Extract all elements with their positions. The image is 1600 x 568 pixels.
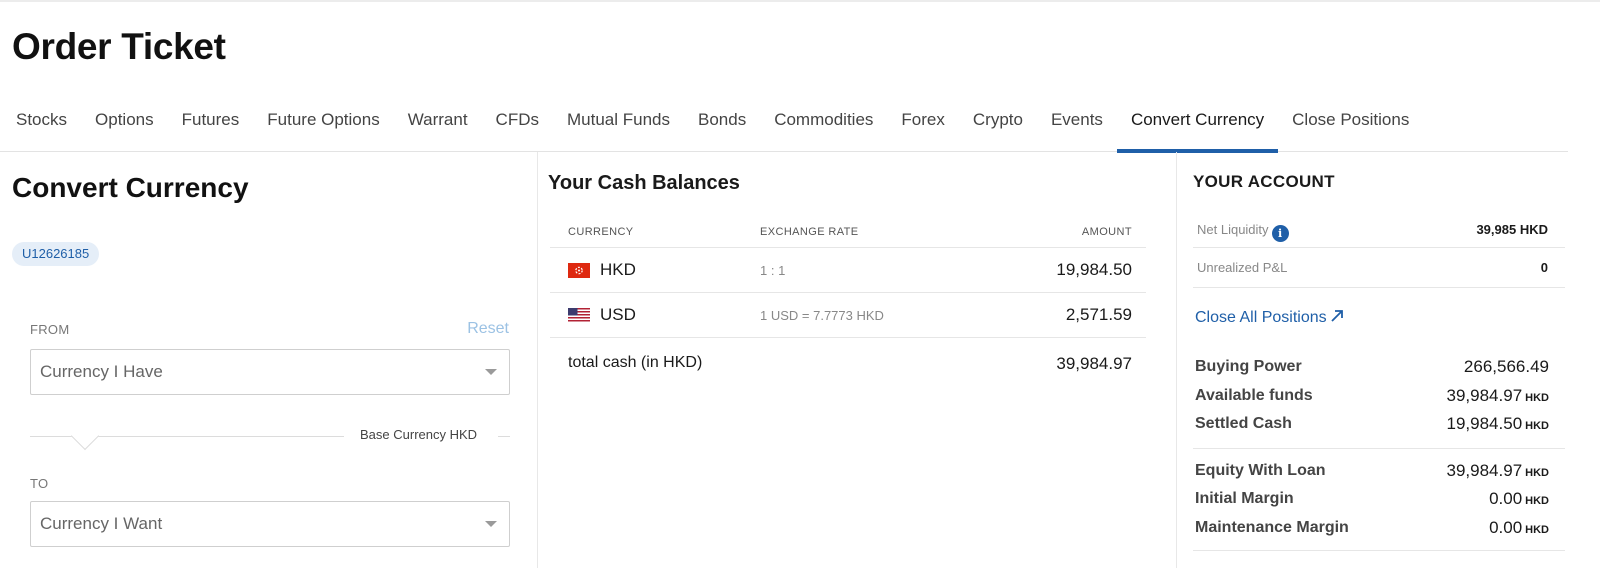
to-currency-placeholder: Currency I Want	[40, 514, 163, 533]
metric-unit: HKD	[1525, 420, 1549, 432]
metric-value: 39,984.97	[1446, 386, 1523, 405]
chevron-down-icon	[485, 521, 497, 527]
metric-unit: HKD	[1525, 467, 1549, 479]
tab-future-options[interactable]: Future Options	[253, 104, 393, 152]
convert-currency-title: Convert Currency	[12, 172, 249, 203]
tab-crypto[interactable]: Crypto	[959, 104, 1037, 152]
tab-warrant[interactable]: Warrant	[394, 104, 482, 152]
close-all-positions-link[interactable]: Close All Positions	[1195, 308, 1345, 327]
header-currency: CURRENCY	[568, 226, 634, 238]
header-amount: AMOUNT	[1081, 226, 1132, 238]
divider	[1193, 448, 1565, 449]
tab-bonds[interactable]: Bonds	[684, 104, 760, 152]
base-currency-divider: Base Currency HKD	[30, 421, 510, 458]
tab-stocks[interactable]: Stocks	[2, 104, 81, 152]
metric-unit: HKD	[1525, 392, 1549, 404]
divider	[1193, 247, 1565, 248]
metric-value: 266,566.49	[1463, 357, 1549, 376]
metric-label: Buying Power	[1195, 358, 1302, 375]
divider-line	[498, 436, 510, 437]
available-funds-row: Available funds 39,984.97 HKD	[1195, 385, 1549, 409]
metric-label: Initial Margin	[1195, 490, 1294, 507]
unrealized-pnl-row: Unrealized P&L 0	[1193, 260, 1548, 280]
tab-options[interactable]: Options	[81, 104, 168, 152]
unrealized-pnl-value: 0	[1540, 260, 1548, 275]
initial-margin-row: Initial Margin 0.00 HKD	[1195, 488, 1549, 512]
metric-label: Equity With Loan	[1195, 462, 1326, 479]
hk-flag-icon	[568, 263, 590, 278]
divider-notch	[70, 421, 100, 451]
currency-amount: 2,571.59	[1065, 305, 1132, 324]
net-liquidity-value: 39,985 HKD	[1476, 222, 1548, 237]
to-currency-select[interactable]: Currency I Want	[30, 501, 510, 547]
base-currency-text: Base Currency HKD	[360, 427, 478, 442]
total-cash-amount: 39,984.97	[1056, 354, 1132, 373]
metric-value: 19,984.50	[1446, 414, 1523, 433]
tab-close-positions[interactable]: Close Positions	[1278, 104, 1423, 152]
top-border	[0, 0, 1600, 2]
cash-balances-table: CURRENCY EXCHANGE RATE AMOUNT HKD 1 : 1 …	[550, 214, 1146, 398]
tab-events[interactable]: Events	[1037, 104, 1117, 152]
total-cash-row: total cash (in HKD) 39,984.97	[550, 338, 1146, 398]
metric-unit: HKD	[1525, 524, 1549, 536]
tab-futures[interactable]: Futures	[168, 104, 254, 152]
divider	[1193, 287, 1565, 288]
tab-cfds[interactable]: CFDs	[482, 104, 553, 152]
page-title: Order Ticket	[12, 26, 226, 67]
metric-value: 39,984.97	[1446, 461, 1523, 480]
cash-balances-title: Your Cash Balances	[548, 172, 740, 194]
convert-currency-panel: Convert Currency U12626185 FROM Reset Cu…	[0, 152, 538, 568]
exchange-rate: 1 USD = 7.7773 HKD	[760, 308, 884, 323]
table-row: HKD 1 : 1 19,984.50	[550, 248, 1146, 293]
currency-amount: 19,984.50	[1056, 260, 1132, 279]
reset-button[interactable]: Reset	[467, 320, 509, 338]
info-icon[interactable]: i	[1271, 225, 1289, 242]
metric-value: 0.00	[1489, 489, 1523, 508]
cash-balances-panel: Your Cash Balances CURRENCY EXCHANGE RAT…	[548, 152, 1160, 568]
table-header: CURRENCY EXCHANGE RATE AMOUNT	[550, 214, 1146, 248]
tab-forex[interactable]: Forex	[887, 104, 958, 152]
product-tabs: Stocks Options Futures Future Options Wa…	[0, 104, 1568, 153]
from-currency-select[interactable]: Currency I Have	[30, 349, 510, 395]
tab-mutual-funds[interactable]: Mutual Funds	[553, 104, 684, 152]
settled-cash-row: Settled Cash 19,984.50 HKD	[1195, 413, 1549, 437]
currency-code: USD	[600, 305, 636, 324]
buying-power-row: Buying Power 266,566.49	[1195, 356, 1549, 380]
tab-convert-currency[interactable]: Convert Currency	[1116, 104, 1279, 153]
external-link-arrow-icon	[1330, 310, 1343, 322]
metric-label: Settled Cash	[1195, 415, 1292, 432]
total-cash-label: total cash (in HKD)	[568, 354, 703, 371]
equity-with-loan-row: Equity With Loan 39,984.97 HKD	[1195, 460, 1549, 484]
tab-commodities[interactable]: Commodities	[760, 104, 887, 152]
us-flag-icon	[568, 308, 590, 323]
table-row: USD 1 USD = 7.7773 HKD 2,571.59	[550, 293, 1146, 338]
exchange-rate: 1 : 1	[760, 263, 786, 278]
account-id-badge[interactable]: U12626185	[12, 242, 100, 266]
currency-code: HKD	[600, 260, 636, 279]
header-exchange-rate: EXCHANGE RATE	[760, 226, 859, 238]
divider	[1193, 550, 1565, 551]
metric-label: Available funds	[1195, 387, 1313, 404]
net-liquidity-label: Net Liquidity	[1197, 222, 1269, 237]
your-account-panel: YOUR ACCOUNT Net Liquidity i 39,985 HKD U…	[1176, 152, 1568, 568]
metric-label: Maintenance Margin	[1195, 519, 1349, 536]
your-account-title: YOUR ACCOUNT	[1193, 172, 1335, 191]
unrealized-pnl-label: Unrealized P&L	[1197, 260, 1288, 275]
metric-unit: HKD	[1525, 495, 1549, 507]
metric-value: 0.00	[1489, 518, 1523, 537]
chevron-down-icon	[485, 369, 497, 375]
from-currency-placeholder: Currency I Have	[40, 362, 163, 381]
from-label: FROM	[30, 322, 70, 337]
to-label: TO	[30, 476, 49, 491]
maintenance-margin-row: Maintenance Margin 0.00 HKD	[1195, 517, 1549, 541]
net-liquidity-row: Net Liquidity i 39,985 HKD	[1193, 222, 1548, 242]
close-all-positions-label: Close All Positions	[1195, 309, 1327, 326]
